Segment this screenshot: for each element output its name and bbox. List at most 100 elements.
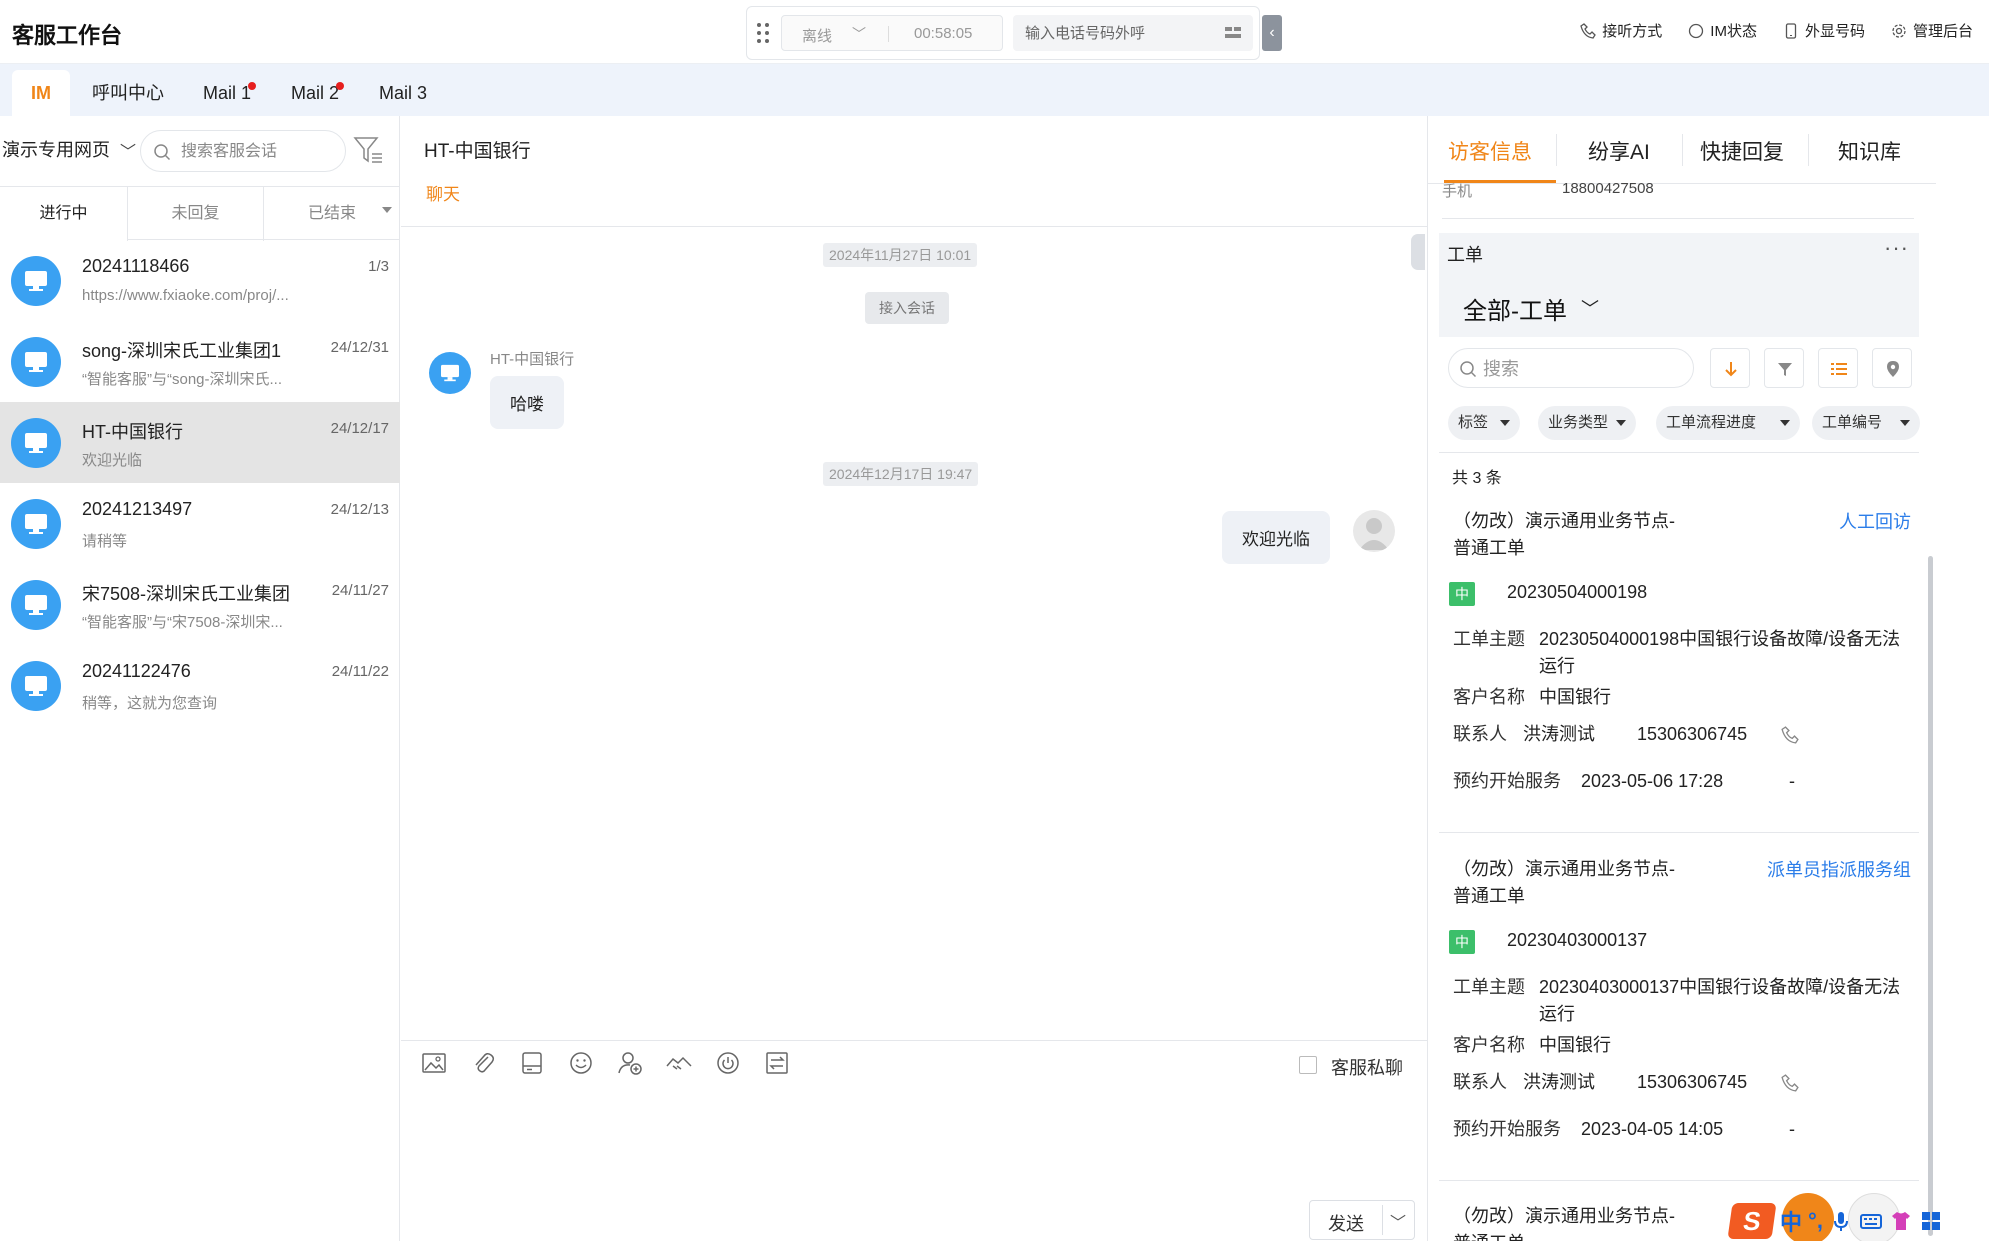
- filter-order-number[interactable]: 工单编号: [1812, 406, 1920, 440]
- filter-button[interactable]: [1764, 348, 1804, 388]
- list-view-button[interactable]: [1818, 348, 1858, 388]
- list-item[interactable]: 20241213497 24/12/13 请稍等: [0, 483, 400, 564]
- work-order-stage-link[interactable]: 派单员指派服务组: [1767, 856, 1911, 882]
- monitor-icon: [25, 271, 47, 291]
- tab-mail-1[interactable]: Mail 1: [194, 70, 260, 116]
- conversation-time: 24/12/31: [330, 339, 389, 356]
- list-item[interactable]: HT-中国银行 24/12/17 欢迎光临: [0, 402, 400, 483]
- image-icon[interactable]: [421, 1050, 447, 1076]
- caret-down-icon: [382, 207, 392, 213]
- admin-label: 管理后台: [1912, 23, 1973, 40]
- phone-icon[interactable]: [1781, 726, 1799, 744]
- start-service-extra: -: [1789, 771, 1795, 791]
- monitor-icon: [441, 364, 459, 382]
- dial-input[interactable]: [1013, 15, 1253, 51]
- microphone-icon[interactable]: [1829, 1209, 1853, 1233]
- shirt-icon[interactable]: [1889, 1209, 1913, 1233]
- tab-mail-2[interactable]: Mail 2: [282, 70, 348, 116]
- conversation-name: 20241118466: [82, 256, 190, 276]
- ime-mode[interactable]: 中: [1780, 1205, 1802, 1237]
- tab-mail-3[interactable]: Mail 3: [370, 70, 436, 116]
- list-item[interactable]: 宋7508-深圳宋氏工业集团 24/11/27 “智能客服”与“宋7508-深圳…: [0, 564, 400, 645]
- collapse-callbar-button[interactable]: ‹: [1262, 15, 1282, 51]
- display-number-button[interactable]: 外显号码: [1783, 20, 1865, 41]
- circle-status-icon: [1689, 23, 1704, 38]
- contact-value: 洪涛测试: [1523, 1072, 1595, 1092]
- start-service-extra: -: [1789, 1119, 1795, 1139]
- caret-down-icon: [1900, 420, 1910, 426]
- answer-mode-button[interactable]: 接听方式: [1580, 20, 1662, 41]
- user-add-icon[interactable]: [617, 1050, 643, 1076]
- work-order-scope-select[interactable]: 全部-工单: [1463, 291, 1567, 326]
- filter-tag[interactable]: 标签: [1448, 406, 1520, 440]
- contact-value: 洪涛测试: [1523, 724, 1595, 744]
- location-pin-icon: [1887, 361, 1899, 377]
- expand-side-handle[interactable]: [1411, 234, 1425, 270]
- work-order-stage-link[interactable]: 人工回访: [1839, 508, 1911, 534]
- more-icon[interactable]: ···: [1884, 235, 1909, 261]
- list-icon: [1831, 363, 1847, 375]
- tab-knowledge-base[interactable]: 知识库: [1838, 136, 1901, 166]
- sogou-logo-icon[interactable]: S: [1727, 1202, 1777, 1239]
- list-item[interactable]: song-深圳宋氏工业集团1 24/12/31 “智能客服”与“song-深圳宋…: [0, 321, 400, 402]
- contact-phone[interactable]: 15306306745: [1637, 721, 1747, 748]
- tab-ended[interactable]: 已结束: [264, 187, 400, 241]
- tab-chat[interactable]: 聊天: [426, 180, 460, 205]
- conversation-search[interactable]: [140, 130, 346, 172]
- conversation-time: 24/11/27: [331, 582, 389, 599]
- tab-call-center[interactable]: 呼叫中心: [82, 70, 174, 116]
- sort-button[interactable]: [1710, 348, 1750, 388]
- chat-title: HT-中国银行: [424, 141, 531, 162]
- user-silhouette-icon: [1359, 518, 1389, 550]
- work-order-search-input[interactable]: [1483, 357, 1683, 381]
- disk-icon[interactable]: [519, 1050, 545, 1076]
- im-status-button[interactable]: IM状态: [1688, 20, 1757, 41]
- site-select[interactable]: 演示专用网页: [2, 136, 110, 162]
- work-order-card[interactable]: （勿改）演示通用业务节点-普通工单 派单员指派服务组 中 20230403000…: [1439, 856, 1919, 1181]
- grid-menu-icon[interactable]: [1919, 1209, 1943, 1233]
- tab-visitor-info[interactable]: 访客信息: [1448, 136, 1532, 166]
- work-order-name: （勿改）演示通用业务节点-普通工单: [1453, 511, 1675, 558]
- keypad-icon[interactable]: [1225, 27, 1241, 39]
- agent-status-select[interactable]: 离线 ﹀ 00:58:05: [781, 15, 1003, 51]
- power-icon[interactable]: [715, 1050, 741, 1076]
- work-order-number: 20230403000137: [1507, 930, 1648, 950]
- message-toolbar: [421, 1050, 790, 1076]
- paperclip-icon[interactable]: [470, 1050, 496, 1076]
- private-chat-checkbox[interactable]: [1299, 1056, 1317, 1074]
- conversation-time: 24/12/13: [330, 501, 389, 518]
- customer-value: 中国银行: [1539, 1035, 1611, 1055]
- ime-punctuation[interactable]: °,: [1808, 1208, 1823, 1234]
- chevron-down-icon[interactable]: ﹀: [1390, 1209, 1406, 1233]
- chevron-down-icon[interactable]: ﹀: [1581, 295, 1599, 321]
- drag-handle-icon[interactable]: [757, 23, 771, 43]
- map-view-button[interactable]: [1872, 348, 1912, 388]
- emoji-icon[interactable]: [568, 1050, 594, 1076]
- filter-icon[interactable]: [352, 134, 384, 166]
- tab-fxiaoke-ai[interactable]: 纷享AI: [1588, 136, 1650, 166]
- handshake-icon[interactable]: [666, 1050, 692, 1076]
- contact-phone[interactable]: 15306306745: [1637, 1069, 1747, 1096]
- send-button[interactable]: 发送 ﹀: [1309, 1200, 1415, 1240]
- tab-in-progress[interactable]: 进行中: [0, 187, 128, 241]
- transfer-icon[interactable]: [764, 1050, 790, 1076]
- conversation-preview: 稍等，这就为您查询: [82, 695, 218, 712]
- work-order-search[interactable]: [1448, 348, 1694, 388]
- filter-business-type[interactable]: 业务类型: [1538, 406, 1636, 440]
- tab-im[interactable]: IM: [12, 70, 70, 116]
- work-order-count: 共 3 条: [1452, 470, 1502, 487]
- scrollbar[interactable]: [1928, 556, 1933, 1236]
- work-order-card[interactable]: （勿改）演示通用业务节点-普通工单 人工回访 中 20230504000198 …: [1439, 508, 1919, 833]
- filter-progress[interactable]: 工单流程进度: [1656, 406, 1800, 440]
- conversation-preview: “智能客服”与“song-深圳宋氏...: [82, 371, 283, 388]
- tab-unreplied[interactable]: 未回复: [128, 187, 264, 241]
- conversation-search-input[interactable]: [181, 140, 341, 164]
- keyboard-icon[interactable]: [1859, 1209, 1883, 1233]
- chevron-down-icon[interactable]: ﹀: [120, 138, 136, 162]
- list-item[interactable]: 20241118466 1/3 https://www.fxiaoke.com/…: [0, 240, 400, 321]
- list-item[interactable]: 20241122476 24/11/22 稍等，这就为您查询: [0, 645, 400, 726]
- tab-quick-reply[interactable]: 快捷回复: [1700, 136, 1784, 166]
- priority-badge: 中: [1449, 930, 1475, 954]
- phone-icon[interactable]: [1781, 1074, 1799, 1092]
- admin-button[interactable]: 管理后台: [1891, 20, 1973, 41]
